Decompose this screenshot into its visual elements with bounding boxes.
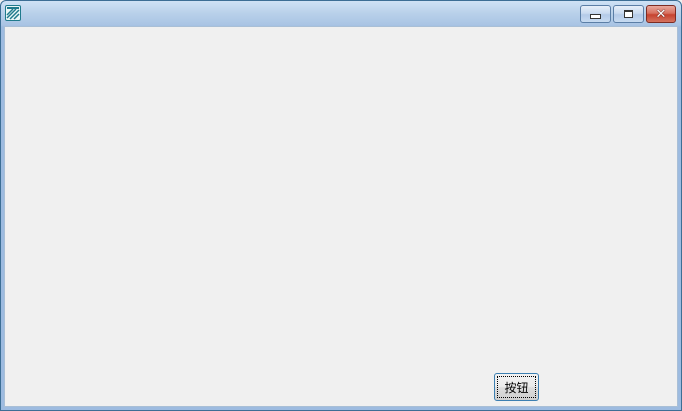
minimize-icon xyxy=(590,14,601,19)
maximize-icon xyxy=(624,10,633,18)
maximize-button[interactable] xyxy=(613,5,644,23)
app-window: ✕ 按钮 xyxy=(0,0,682,411)
minimize-button[interactable] xyxy=(580,5,611,23)
caption-buttons: ✕ xyxy=(580,5,676,23)
title-bar[interactable]: ✕ xyxy=(1,1,681,26)
push-button[interactable]: 按钮 xyxy=(494,373,539,401)
app-logo-icon[interactable] xyxy=(5,5,21,21)
close-button[interactable]: ✕ xyxy=(646,5,676,23)
client-area: 按钮 xyxy=(4,26,678,407)
close-icon: ✕ xyxy=(655,6,667,22)
